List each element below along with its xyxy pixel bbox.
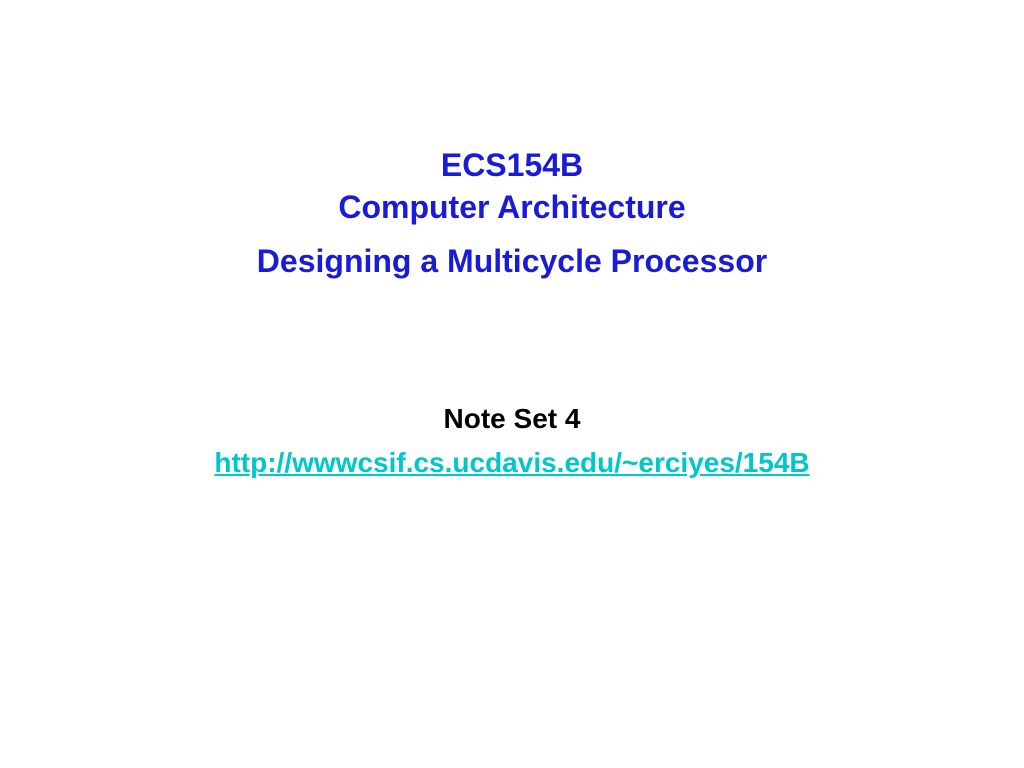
- course-url-link[interactable]: http://wwwcsif.cs.ucdavis.edu/~erciyes/1…: [214, 447, 809, 478]
- title-block: ECS154B Computer Architecture Designing …: [0, 145, 1024, 283]
- course-name: Computer Architecture: [0, 187, 1024, 229]
- slide-container: ECS154B Computer Architecture Designing …: [0, 0, 1024, 768]
- course-code: ECS154B: [0, 145, 1024, 187]
- course-topic: Designing a Multicycle Processor: [0, 241, 1024, 283]
- note-set-label: Note Set 4: [0, 403, 1024, 435]
